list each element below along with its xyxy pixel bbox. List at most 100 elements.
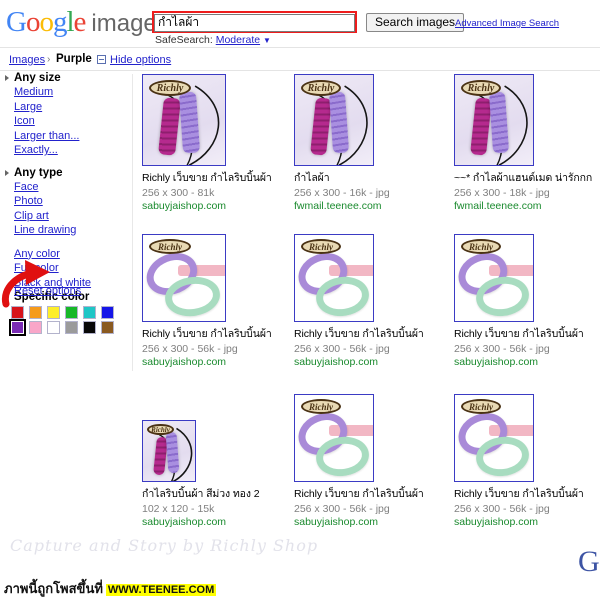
result-dimensions: 256 x 300 - 56k - jpg: [294, 343, 390, 355]
filter-link-0-2[interactable]: Icon: [0, 114, 133, 129]
result-site[interactable]: sabuyjaishop.com: [142, 200, 294, 212]
color-swatch-white[interactable]: [47, 321, 60, 334]
thumbnail-wrapper[interactable]: Richly: [294, 394, 446, 482]
result-dimensions: 256 x 300 - 56k - jpg: [454, 503, 550, 515]
richly-brand-badge: Richly: [461, 80, 501, 96]
richly-brand-badge: Richly: [149, 239, 191, 254]
filter-group-head-1[interactable]: Any type: [0, 167, 133, 179]
breadcrumb-images-link[interactable]: Images: [9, 54, 45, 66]
color-swatch-blue[interactable]: [101, 306, 114, 319]
result-site[interactable]: sabuyjaishop.com: [454, 516, 600, 528]
thumbnail-wrapper[interactable]: Richly: [142, 234, 294, 322]
thumbnail-artwork: Richly: [143, 75, 225, 165]
thumbnail-wrapper[interactable]: Richly: [142, 420, 294, 482]
richly-brand-label: Richly: [467, 82, 495, 94]
result-site[interactable]: sabuyjaishop.com: [142, 516, 294, 528]
image-result[interactable]: Richly Richly เว็บขาย กำไลริบบิ้นผ้า 256 x…: [294, 394, 446, 528]
color-swatch-teal[interactable]: [83, 306, 96, 319]
result-thumbnail[interactable]: Richly: [454, 234, 534, 322]
result-title[interactable]: กำไลผ้า: [294, 169, 446, 186]
result-title[interactable]: Richly เว็บขาย กำไลริบบิ้นผ้า: [142, 169, 294, 186]
result-title[interactable]: Richly เว็บขาย กำไลริบบิ้นผ้า: [142, 325, 294, 342]
result-dimensions: 256 x 300 - 56k - jpg: [294, 503, 390, 515]
result-title[interactable]: Richly เว็บขาย กำไลริบบิ้นผ้า: [294, 485, 446, 502]
richly-brand-label: Richly: [469, 241, 493, 252]
result-title[interactable]: Richly เว็บขาย กำไลริบบิ้นผ้า: [454, 485, 600, 502]
thumbnail-wrapper[interactable]: Richly: [454, 394, 600, 482]
image-result[interactable]: Richly Richly เว็บขาย กำไลริบบิ้นผ้า 256 x…: [142, 234, 294, 368]
reset-options-link[interactable]: Reset options: [14, 285, 81, 297]
richly-brand-badge: Richly: [147, 424, 174, 435]
result-thumbnail[interactable]: Richly: [294, 74, 374, 166]
color-swatch-pink[interactable]: [29, 321, 42, 334]
image-result[interactable]: Richly กำไลริบบิ้นผ้า สีม่วง ทอง 2 102 x 1…: [142, 420, 294, 528]
result-thumbnail[interactable]: Richly: [294, 234, 374, 322]
result-site[interactable]: sabuyjaishop.com: [294, 356, 446, 368]
result-dimensions: 256 x 300 - 81k: [142, 187, 215, 199]
chevron-down-icon[interactable]: ▼: [263, 36, 271, 45]
filters-sidebar: Any size Medium Large Icon Larger than... Exa…: [0, 72, 133, 372]
result-title[interactable]: ~~* กำไลผ้าแฮนด์เมด น่ารักกก: [454, 169, 600, 186]
thumbnail-artwork: Richly: [295, 235, 373, 321]
color-swatch-brown[interactable]: [101, 321, 114, 334]
google-images-logo: Google images: [6, 6, 169, 39]
result-thumbnail[interactable]: Richly: [142, 74, 226, 166]
breadcrumb-current: Purple: [56, 53, 92, 65]
result-site[interactable]: fwmail.teenee.com: [454, 200, 600, 212]
richly-brand-label: Richly: [156, 82, 184, 94]
filter-link-0-4[interactable]: Exactly...: [0, 143, 133, 158]
filter-link-1-3[interactable]: Line drawing: [0, 223, 133, 238]
thumbnail-artwork: Richly: [295, 75, 373, 165]
safesearch-value[interactable]: Moderate: [216, 34, 260, 46]
filter-link-1-0[interactable]: Face: [0, 180, 133, 195]
image-results-grid: Richly Richly เว็บขาย กำไลริบบิ้นผ้า 256 x…: [142, 74, 600, 554]
thumbnail-wrapper[interactable]: Richly: [454, 234, 600, 322]
richly-brand-badge: Richly: [301, 399, 341, 414]
result-title[interactable]: กำไลริบบิ้นผ้า สีม่วง ทอง 2: [142, 485, 294, 502]
thumbnail-wrapper[interactable]: Richly: [142, 74, 294, 166]
result-site[interactable]: sabuyjaishop.com: [454, 356, 600, 368]
result-title[interactable]: Richly เว็บขาย กำไลริบบิ้นผ้า: [454, 325, 600, 342]
search-images-button[interactable]: Search images: [366, 13, 465, 32]
filter-link-1-1[interactable]: Photo: [0, 194, 133, 209]
image-result[interactable]: Richly Richly เว็บขาย กำไลริบบิ้นผ้า 256 x…: [294, 234, 446, 368]
result-thumbnail[interactable]: Richly: [454, 74, 534, 166]
image-result[interactable]: Richly ~~* กำไลผ้าแฮนด์เมด น่ารักกก 256 x …: [454, 74, 600, 212]
result-dimensions: 256 x 300 - 18k - jpg: [454, 187, 550, 199]
thumbnail-wrapper[interactable]: Richly: [294, 234, 446, 322]
image-result[interactable]: Richly กำไลผ้า 256 x 300 - 16k - jpg fwmail…: [294, 74, 446, 212]
image-result[interactable]: Richly Richly เว็บขาย กำไลริบบิ้นผ้า 256 x…: [454, 234, 600, 368]
thumbnail-wrapper[interactable]: Richly: [294, 74, 446, 166]
result-thumbnail[interactable]: Richly: [142, 234, 226, 322]
color-swatch-purple[interactable]: [9, 319, 26, 336]
result-thumbnail[interactable]: Richly: [294, 394, 374, 482]
filter-link-0-0[interactable]: Medium: [0, 85, 133, 100]
color-swatch-row-1: [9, 319, 133, 336]
collapse-icon[interactable]: [97, 55, 106, 64]
result-site[interactable]: sabuyjaishop.com: [294, 516, 446, 528]
filter-link-0-1[interactable]: Large: [0, 100, 133, 115]
advanced-image-search-link[interactable]: Advanced Image Search: [455, 18, 559, 29]
result-site[interactable]: fwmail.teenee.com: [294, 200, 446, 212]
result-thumbnail[interactable]: Richly: [454, 394, 534, 482]
result-thumbnail[interactable]: Richly: [142, 420, 196, 482]
filter-group-head-0[interactable]: Any size: [0, 72, 133, 84]
result-site[interactable]: sabuyjaishop.com: [142, 356, 294, 368]
results-row-1: Richly Richly เว็บขาย กำไลริบบิ้นผ้า 256 x…: [142, 234, 600, 394]
filter-link-1-2[interactable]: Clip art: [0, 209, 133, 224]
color-swatch-black[interactable]: [83, 321, 96, 334]
image-result[interactable]: Richly Richly เว็บขาย กำไลริบบิ้นผ้า 256 x…: [142, 74, 294, 212]
logo-letter-e: e: [73, 6, 87, 38]
color-swatch-gray[interactable]: [65, 321, 78, 334]
image-result[interactable]: Richly Richly เว็บขาย กำไลริบบิ้นผ้า 256 x…: [454, 394, 600, 528]
thumbnail-wrapper[interactable]: Richly: [454, 74, 600, 166]
richly-brand-label: Richly: [469, 401, 493, 412]
hide-options-link[interactable]: Hide options: [110, 54, 171, 66]
richly-brand-label: Richly: [307, 82, 335, 94]
watermark-thai-text: ภาพนี้ถูกโพสขึ้นที่: [4, 581, 103, 596]
filter-link-0-3[interactable]: Larger than...: [0, 129, 133, 144]
logo-letter-o1: o: [25, 6, 40, 38]
result-dimensions: 256 x 300 - 16k - jpg: [294, 187, 390, 199]
search-input[interactable]: [154, 13, 355, 32]
result-title[interactable]: Richly เว็บขาย กำไลริบบิ้นผ้า: [294, 325, 446, 342]
